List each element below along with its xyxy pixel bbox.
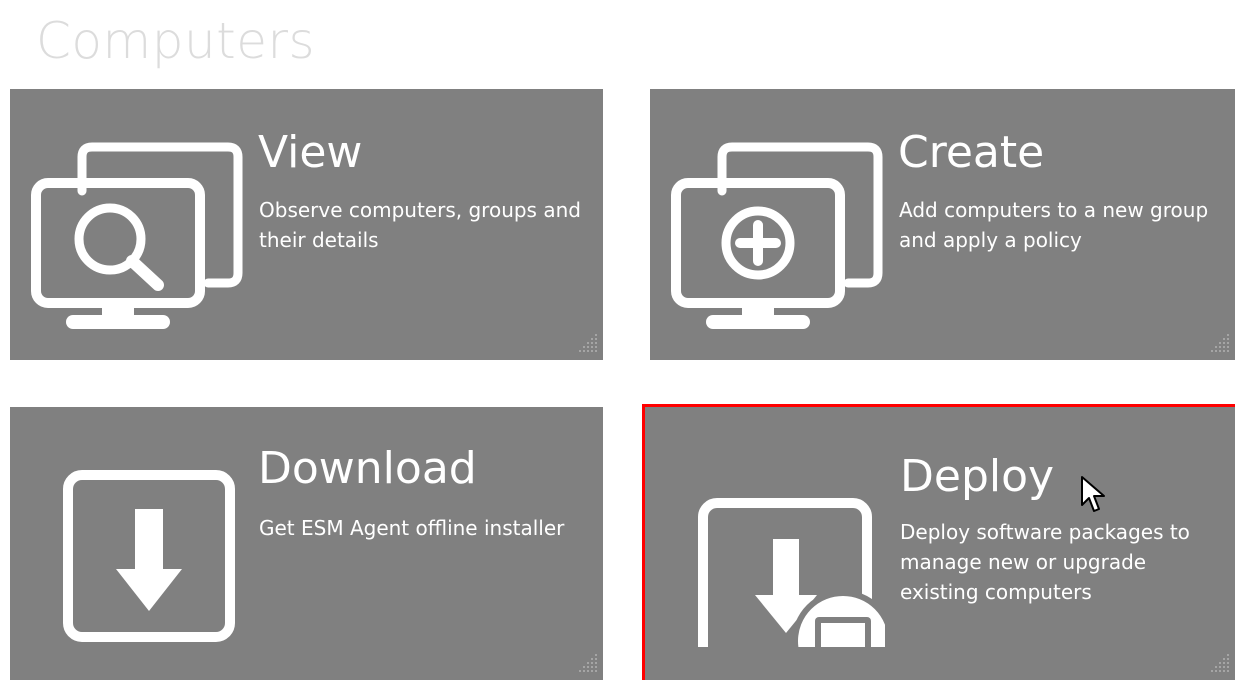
deploy-computer-icon <box>698 498 885 647</box>
resize-grip-icon <box>579 654 597 672</box>
download-tile[interactable]: Download Get ESM Agent offline installer <box>10 407 603 680</box>
view-tile[interactable]: View Observe computers, groups and their… <box>10 89 603 360</box>
resize-grip-icon <box>1211 334 1229 352</box>
view-tile-title: View <box>258 127 363 178</box>
deploy-tile[interactable]: Deploy Deploy software packages to manag… <box>642 404 1235 680</box>
create-tile-title: Create <box>898 127 1045 178</box>
download-tile-title: Download <box>258 443 477 494</box>
monitor-add-icon <box>671 142 883 329</box>
create-tile[interactable]: Create Add computers to a new group and … <box>650 89 1235 360</box>
resize-grip-icon <box>1211 654 1229 672</box>
deploy-tile-title: Deploy <box>900 451 1055 502</box>
page-title: Computers <box>36 12 316 70</box>
download-tile-description: Get ESM Agent offline installer <box>259 516 565 540</box>
view-tile-description: Observe computers, groups and their deta… <box>259 198 581 252</box>
create-tile-description: Add computers to a new group and apply a… <box>899 198 1209 252</box>
monitor-search-icon <box>31 142 243 329</box>
resize-grip-icon <box>579 334 597 352</box>
download-icon <box>63 470 235 642</box>
deploy-tile-description: Deploy software packages to manage new o… <box>900 520 1190 604</box>
